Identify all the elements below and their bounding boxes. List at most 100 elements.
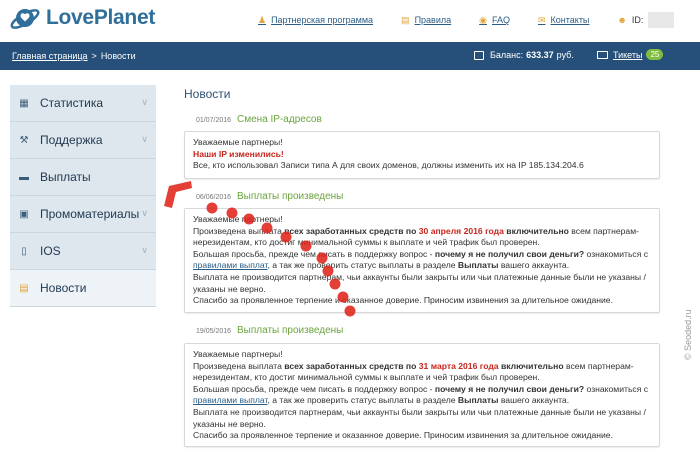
text-bold: всех заработанных средств по xyxy=(284,360,419,371)
chevron-down-icon: ∨ xyxy=(141,245,148,255)
planet-logo-icon xyxy=(10,9,40,29)
post-paragraph: Большая просьба, прежде чем писать в под… xyxy=(193,249,651,272)
help-icon: ◉ xyxy=(479,14,487,25)
page-title: Новости xyxy=(184,87,231,101)
mail-icon: ✉ xyxy=(537,14,546,25)
nav-contacts[interactable]: ✉ Контакты xyxy=(538,15,589,26)
text-fragment: Произведена выплата xyxy=(193,225,285,236)
balance-unit: руб. xyxy=(556,50,574,60)
post-text: Все, кто использовал Записи типа А для с… xyxy=(193,160,584,171)
sidebar-item-label: Новости xyxy=(40,281,87,295)
sidebar-item-label: Промоматериалы xyxy=(40,207,140,221)
post-paragraph: Спасибо за проявленное терпение и оказан… xyxy=(193,295,613,306)
sidebar-item-label: IOS xyxy=(40,244,61,258)
nav-label: ID: xyxy=(631,15,644,25)
post-body: Уважаемые партнеры! Произведена выплата … xyxy=(184,208,660,313)
text-bold: включительно xyxy=(498,360,564,371)
user-icon: ☻ xyxy=(617,15,627,25)
post-paragraph: Большая просьба, прежде чем писать в под… xyxy=(193,384,651,407)
post-paragraph: Произведена выплата всех заработанных ср… xyxy=(193,361,651,384)
image-icon: ▣ xyxy=(19,208,29,220)
post-paragraph: Спасибо за проявленное терпение и оказан… xyxy=(193,430,613,441)
payout-date-highlight: 30 апреля 2016 года xyxy=(418,225,504,236)
text-fragment: Большая просьба, прежде чем писать в под… xyxy=(193,248,435,259)
nav-user-id[interactable]: ☻ ID: xyxy=(617,12,675,28)
wallet-icon xyxy=(474,50,484,60)
text-bold: почему я не получил свои деньги? xyxy=(434,383,585,394)
nav-partner-program[interactable]: ♟ Партнерская программа xyxy=(258,15,373,26)
balance-label: Баланс: xyxy=(490,50,524,60)
text-fragment: , а так же проверить статус выплаты в ра… xyxy=(267,260,458,271)
envelope-icon xyxy=(597,50,608,59)
chevron-down-icon: ∨ xyxy=(141,134,148,144)
annotation-hook xyxy=(164,181,192,208)
post-title[interactable]: Выплаты произведены xyxy=(237,191,343,202)
logo-text: LovePlanet xyxy=(46,6,156,29)
sidebar-item-statistics[interactable]: ▦ Статистика ∨ xyxy=(10,85,156,122)
text-bold: включительно xyxy=(503,225,569,236)
text-fragment: Произведена выплата xyxy=(193,360,285,371)
balance-value: 633.37 xyxy=(526,50,554,60)
sidebar-item-support[interactable]: ⚒ Поддержка ∨ xyxy=(10,122,156,159)
post-greeting: Уважаемые партнеры! xyxy=(193,137,283,147)
payout-rules-link[interactable]: правилами выплат xyxy=(193,395,267,405)
tickets-label: Тикеты xyxy=(613,49,643,60)
breadcrumb-separator: > xyxy=(91,51,97,61)
sidebar-item-payouts[interactable]: ▬ Выплаты xyxy=(10,159,156,196)
nav-label: Контакты xyxy=(550,15,590,25)
nav-rules[interactable]: ▤ Правила xyxy=(401,15,451,26)
header: LovePlanet ♟ Партнерская программа ▤ Пра… xyxy=(0,0,700,40)
sidebar-item-news[interactable]: ▤ Новости xyxy=(10,270,156,307)
balance: Баланс: 633.37 руб. xyxy=(474,50,574,60)
post-date: 06/06/2016 xyxy=(196,194,232,201)
nav-label: Партнерская программа xyxy=(271,15,374,25)
text-fragment: вашего аккаунта. xyxy=(498,260,570,271)
post-body: Уважаемые партнеры! Произведена выплата … xyxy=(184,343,660,447)
breadcrumb-home-link[interactable]: Главная страница xyxy=(12,51,88,61)
text-fragment: ознакомиться с xyxy=(584,383,649,394)
post-greeting: Уважаемые партнеры! xyxy=(193,214,283,224)
tickets-count-badge: 25 xyxy=(646,49,664,60)
sidebar-item-label: Статистика xyxy=(40,96,104,110)
text-fragment: Большая просьба, прежде чем писать в под… xyxy=(193,383,435,394)
post-body: Уважаемые партнеры! Наши IP изменились! … xyxy=(184,131,660,179)
post-title[interactable]: Смена IP-адресов xyxy=(237,114,322,125)
post-headline: Наши IP изменились! xyxy=(193,148,284,159)
chart-icon: ▦ xyxy=(19,97,29,109)
post-paragraph: Выплата не производится партнерам, чьи а… xyxy=(193,406,646,429)
sidebar-item-label: Поддержка xyxy=(40,133,103,147)
payout-rules-link[interactable]: правилами выплат xyxy=(193,260,267,270)
sidebar-item-label: Выплаты xyxy=(40,170,91,184)
document-icon: ▤ xyxy=(401,14,410,25)
sidebar-item-ios[interactable]: ▯ IOS ∨ xyxy=(10,233,156,270)
top-navigation: ♟ Партнерская программа ▤ Правила ◉ FAQ … xyxy=(258,12,675,28)
post-date: 01/07/2016 xyxy=(196,117,232,124)
post-paragraph: Произведена выплата всех заработанных ср… xyxy=(193,226,651,249)
text-fragment: ознакомиться с xyxy=(584,248,649,259)
text-fragment: вашего аккаунта. xyxy=(498,395,570,406)
text-bold: почему я не получил свои деньги? xyxy=(434,248,585,259)
payout-date-highlight: 31 марта 2016 года xyxy=(418,360,499,371)
phone-icon: ▯ xyxy=(21,245,27,257)
sidebar-item-promo[interactable]: ▣ Промоматериалы ∨ xyxy=(10,196,156,233)
text-bold: Выплаты xyxy=(457,260,499,271)
news-icon: ▤ xyxy=(19,282,29,294)
logo[interactable]: LovePlanet xyxy=(8,2,155,34)
chevron-down-icon: ∨ xyxy=(141,208,148,218)
nav-faq[interactable]: ◉ FAQ xyxy=(479,15,510,26)
post-paragraph: Выплата не производится партнерам, чьи а… xyxy=(193,271,646,294)
tickets-link[interactable]: Тикеты 25 xyxy=(597,49,664,60)
text-bold: всех заработанных средств по xyxy=(284,225,419,236)
top-bar: Главная страница > Новости Баланс: 633.3… xyxy=(0,42,700,70)
post-title[interactable]: Выплаты произведены xyxy=(237,325,343,336)
nav-label: Правила xyxy=(414,15,452,25)
breadcrumb: Главная страница > Новости xyxy=(12,51,136,61)
wrench-icon: ⚒ xyxy=(19,134,29,146)
post-date: 19/05/2016 xyxy=(196,328,232,335)
nav-label: FAQ xyxy=(491,15,510,25)
chevron-down-icon: ∨ xyxy=(141,97,148,107)
text-bold: Выплаты xyxy=(457,395,499,406)
watermark: © Seoded.ru xyxy=(683,309,693,360)
user-id-value xyxy=(648,12,675,28)
text-fragment: , а так же проверить статус выплаты в ра… xyxy=(267,395,458,406)
